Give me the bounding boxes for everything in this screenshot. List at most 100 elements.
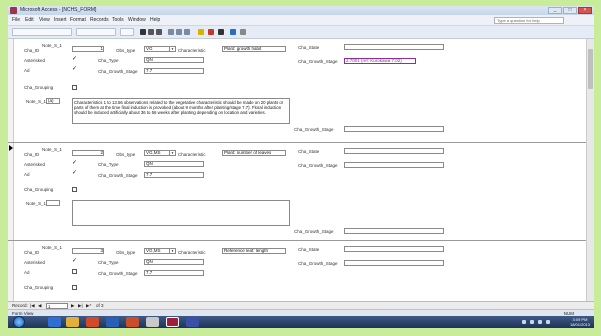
cha-state-label: Cha_State [298, 45, 320, 50]
bottom-growth-stage-field[interactable] [344, 126, 444, 132]
chevron-down-icon[interactable]: ▼ [169, 47, 175, 51]
asterisked-checkbox[interactable]: ✓ [72, 56, 77, 62]
cha-state-field[interactable] [344, 246, 444, 252]
close-button[interactable]: × [578, 7, 592, 14]
ad-checkbox[interactable] [72, 269, 77, 274]
cha-growth-stage-right-label: Cha_Growth_Stage [298, 261, 338, 266]
note-value-field[interactable] [46, 200, 60, 206]
align-center-icon[interactable] [176, 29, 182, 35]
minimize-button[interactable]: _ [548, 7, 562, 14]
menu-edit[interactable]: Edit [25, 17, 34, 23]
characteristic-field[interactable]: Reference leaf: length [222, 248, 286, 254]
ad-checkbox[interactable]: ✓ [72, 66, 77, 72]
menu-view[interactable]: View [39, 17, 50, 23]
record-selector[interactable] [8, 39, 14, 142]
ad-checkbox[interactable]: ✓ [72, 170, 77, 176]
cha-growth-stage-right-field[interactable] [344, 260, 444, 266]
note-s1-label: Note_S_1 [26, 201, 47, 206]
menu-insert[interactable]: Insert [54, 17, 67, 23]
access-taskbar-icon[interactable] [166, 317, 179, 327]
cha-grouping-checkbox[interactable] [72, 187, 77, 192]
cha-growth-stage-right-field[interactable] [344, 162, 444, 168]
font-size-selector[interactable] [120, 28, 134, 36]
folder-icon[interactable] [66, 317, 79, 327]
cha-grouping-checkbox[interactable] [72, 285, 77, 290]
fill-color-icon[interactable] [198, 29, 204, 35]
bold-icon[interactable] [140, 29, 146, 35]
cha-growth-stage-right-field[interactable]: 2.7001 (ref: Kurokawa 7.02) [344, 58, 416, 64]
menu-tools[interactable]: Tools [112, 17, 124, 23]
network-icon[interactable] [538, 320, 542, 324]
help-question-box[interactable]: Type a question for help [494, 17, 564, 24]
cha-growth-stage-field[interactable]: 7.7 [144, 172, 204, 178]
cha-id-field[interactable]: 2 [72, 150, 104, 156]
line-width-icon[interactable] [230, 29, 236, 35]
cha-type-field[interactable]: QN [144, 57, 204, 63]
asterisked-label: Asterisked [24, 58, 46, 63]
menu-help[interactable]: Help [150, 17, 160, 23]
firefox-icon[interactable] [126, 317, 139, 327]
menu-file[interactable]: File [12, 17, 20, 23]
object-selector[interactable] [12, 28, 72, 36]
cha-growth-stage-field[interactable]: 7.7 [144, 68, 204, 74]
asterisked-checkbox[interactable]: ✓ [72, 160, 77, 166]
special-effect-icon[interactable] [240, 29, 246, 35]
app-icon[interactable] [186, 317, 199, 327]
record-selector[interactable] [8, 241, 14, 301]
obs-type-value: VG,MS [146, 248, 161, 253]
bottom-growth-stage-label: Cha_Growth_Stage [294, 229, 334, 234]
media-icon[interactable] [86, 317, 99, 327]
current-record-arrow-icon [9, 145, 13, 151]
toolbar [8, 26, 594, 39]
taskbar-clock[interactable]: 3:09 PM 18/01/2013 [570, 317, 590, 327]
characteristic-field[interactable]: Plant: number of leaves [222, 150, 286, 156]
obs-type-combo[interactable]: VG,MS ▼ [144, 248, 176, 254]
obs-type-label: Obs_type [116, 48, 136, 53]
align-left-icon[interactable] [168, 29, 174, 35]
note-s-label: Note_S_1 [42, 43, 63, 48]
obs-type-combo[interactable]: VG,MS ▼ [144, 150, 176, 156]
cha-grouping-label: Cha_Grouping [24, 187, 54, 192]
bottom-growth-stage-field[interactable] [344, 228, 444, 234]
italic-icon[interactable] [148, 29, 154, 35]
font-color-icon[interactable] [208, 29, 214, 35]
menu-records[interactable]: Records [90, 17, 109, 23]
cha-growth-stage-field[interactable]: 7.7 [144, 270, 204, 276]
vertical-scrollbar[interactable] [586, 39, 594, 301]
asterisked-checkbox[interactable]: ✓ [72, 258, 77, 264]
cha-grouping-checkbox[interactable] [72, 85, 77, 90]
characteristic-field[interactable]: Plant: growth habit [222, 46, 286, 52]
scrollbar-thumb[interactable] [588, 49, 593, 89]
ad-label: Ad [24, 270, 30, 275]
note-text-field[interactable] [72, 200, 290, 226]
cha-grouping-label: Cha_Grouping [24, 85, 54, 90]
cha-id-field[interactable]: 1 [72, 46, 104, 52]
chevron-down-icon[interactable]: ▼ [169, 151, 175, 155]
record-selector[interactable] [8, 143, 14, 240]
volume-icon[interactable] [546, 320, 550, 324]
font-selector[interactable] [76, 28, 116, 36]
continuous-form: Cha_ID Note_S_1 1 Asterisked ✓ Ad ✓ Obs_… [8, 39, 586, 301]
align-right-icon[interactable] [184, 29, 190, 35]
tray-arrow-icon[interactable] [522, 320, 526, 324]
word-icon[interactable] [106, 317, 119, 327]
cha-type-field[interactable]: QN [144, 259, 204, 265]
cha-id-field[interactable]: 3 [72, 248, 104, 254]
flag-icon[interactable] [530, 320, 534, 324]
chevron-down-icon[interactable]: ▼ [169, 249, 175, 253]
obs-type-combo[interactable]: VG ▼ [144, 46, 176, 52]
line-color-icon[interactable] [218, 29, 224, 35]
ie-icon[interactable] [48, 317, 61, 327]
start-button[interactable] [13, 316, 25, 328]
maximize-button[interactable]: □ [563, 7, 577, 14]
cha-state-field[interactable] [344, 44, 444, 50]
unknown-app-icon[interactable] [146, 317, 159, 327]
menu-format[interactable]: Format [70, 17, 86, 23]
underline-icon[interactable] [156, 29, 162, 35]
menu-window[interactable]: Window [128, 17, 146, 23]
cha-type-field[interactable]: QN [144, 161, 204, 167]
note-text-field[interactable]: Characteristics 1 to 13.56 observations … [72, 98, 290, 124]
cha-state-field[interactable] [344, 148, 444, 154]
form-record-3: Cha_ID Note_S_1 3 Asterisked ✓ Ad Obs_ty… [8, 241, 586, 301]
note-value-field[interactable]: (a) [46, 98, 60, 104]
